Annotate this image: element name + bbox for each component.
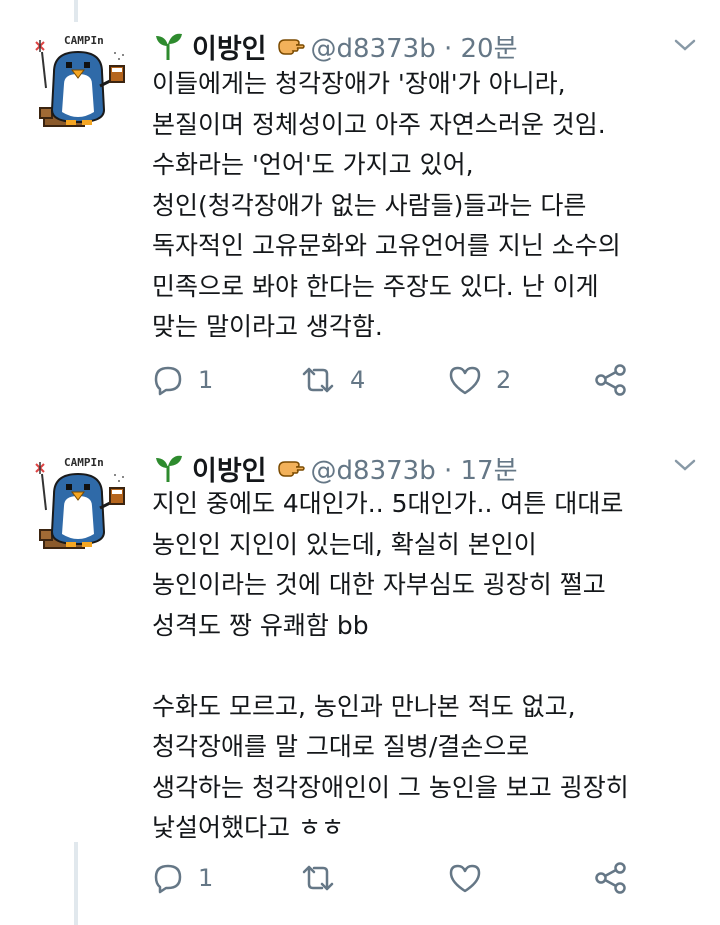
avatar[interactable] — [28, 452, 130, 552]
like-count: 2 — [496, 366, 512, 394]
tweet-text-line: 낯설어했다고 ㅎㅎ — [152, 813, 344, 842]
share-button[interactable] — [594, 360, 628, 400]
retweet-icon — [302, 367, 334, 393]
share-button[interactable] — [594, 858, 628, 898]
tweet-text-line: 농인인 지인이 있는데, 확실히 본인이 — [152, 529, 537, 559]
paragraph-break — [152, 646, 712, 687]
tweet-text-line: 지인 중에도 4대인가.. 5대인가.. 여튼 대대로 — [152, 489, 624, 518]
tweet-text-line: 성격도 짱 유쾌함 bb — [152, 610, 369, 640]
tweet-header: 이방인 @d8373b · 17분 — [152, 449, 518, 488]
chevron-down-icon[interactable] — [672, 36, 698, 54]
handle-time[interactable]: @d8373b · 17분 — [311, 450, 518, 487]
thread-line-bottom — [74, 842, 78, 925]
like-button[interactable]: 2 — [448, 360, 511, 400]
tweet-text: 이들에게는 청각장애가 '장애'가 아니라, 본질이며 정체성이고 아주 자연스… — [152, 64, 712, 348]
thread-line-top — [74, 0, 78, 22]
reply-button[interactable]: 1 — [152, 858, 213, 898]
reply-button[interactable]: 1 — [152, 360, 213, 400]
chevron-down-icon[interactable] — [672, 456, 698, 474]
avatar[interactable] — [28, 30, 130, 130]
tweet-text-line: 독자적인 고유문화와 고유언어를 지닌 소수의 — [152, 231, 621, 260]
reply-count: 1 — [198, 864, 214, 892]
retweet-icon — [302, 865, 334, 891]
tweet-text-line: 본질이며 정체성이고 아주 자연스러운 것임. — [152, 109, 606, 139]
tweet-actions: 1 — [152, 858, 642, 898]
tweet-text-line: 수화도 모르고, 농인과 만나본 적도 없고, — [152, 691, 576, 721]
tweet-header: 이방인 @d8373b · 20분 — [152, 27, 518, 66]
tweet-text-line: 이들에게는 청각장애가 '장애'가 아니라, — [152, 69, 566, 98]
tweet-text-line: 농인이라는 것에 대한 자부심도 굉장히 쩔고 — [152, 570, 606, 599]
retweet-button[interactable]: 4 — [300, 360, 365, 400]
author-name[interactable]: 이방인 — [192, 27, 267, 66]
pointing-hand-icon — [277, 39, 305, 55]
tweet-text-line: 청인(청각장애가 없는 사람들)들과는 다른 — [152, 190, 587, 220]
reply-count: 1 — [198, 366, 214, 394]
tweet-text-line: 민족으로 봐야 한다는 주장도 있다. 난 이게 — [152, 271, 599, 301]
like-button[interactable] — [448, 858, 496, 898]
retweet-count: 4 — [350, 366, 366, 394]
retweet-button[interactable] — [300, 858, 350, 898]
reply-icon — [154, 366, 182, 396]
sprout-icon — [156, 455, 182, 482]
tweet-text-line: 수화라는 '언어'도 가지고 있어, — [152, 150, 474, 179]
heart-icon — [449, 366, 481, 395]
share-icon — [595, 364, 626, 396]
author-name[interactable]: 이방인 — [192, 449, 267, 488]
reply-icon — [154, 864, 182, 894]
heart-icon — [449, 864, 481, 893]
sprout-icon — [156, 33, 182, 60]
tweet-text-line: 청각장애를 말 그대로 질병/결손으로 — [152, 732, 530, 761]
tweet-text-line: 맞는 말이라고 생각함. — [152, 312, 383, 341]
tweet-text: 지인 중에도 4대인가.. 5대인가.. 여튼 대대로 농인인 지인이 있는데,… — [152, 484, 712, 849]
share-icon — [595, 862, 626, 894]
tweet-actions: 1 4 2 — [152, 360, 642, 400]
pointing-hand-icon — [277, 461, 305, 477]
handle-time[interactable]: @d8373b · 20분 — [311, 28, 518, 65]
tweet-text-line: 생각하는 청각장애인이 그 농인을 보고 굉장히 — [152, 772, 629, 802]
